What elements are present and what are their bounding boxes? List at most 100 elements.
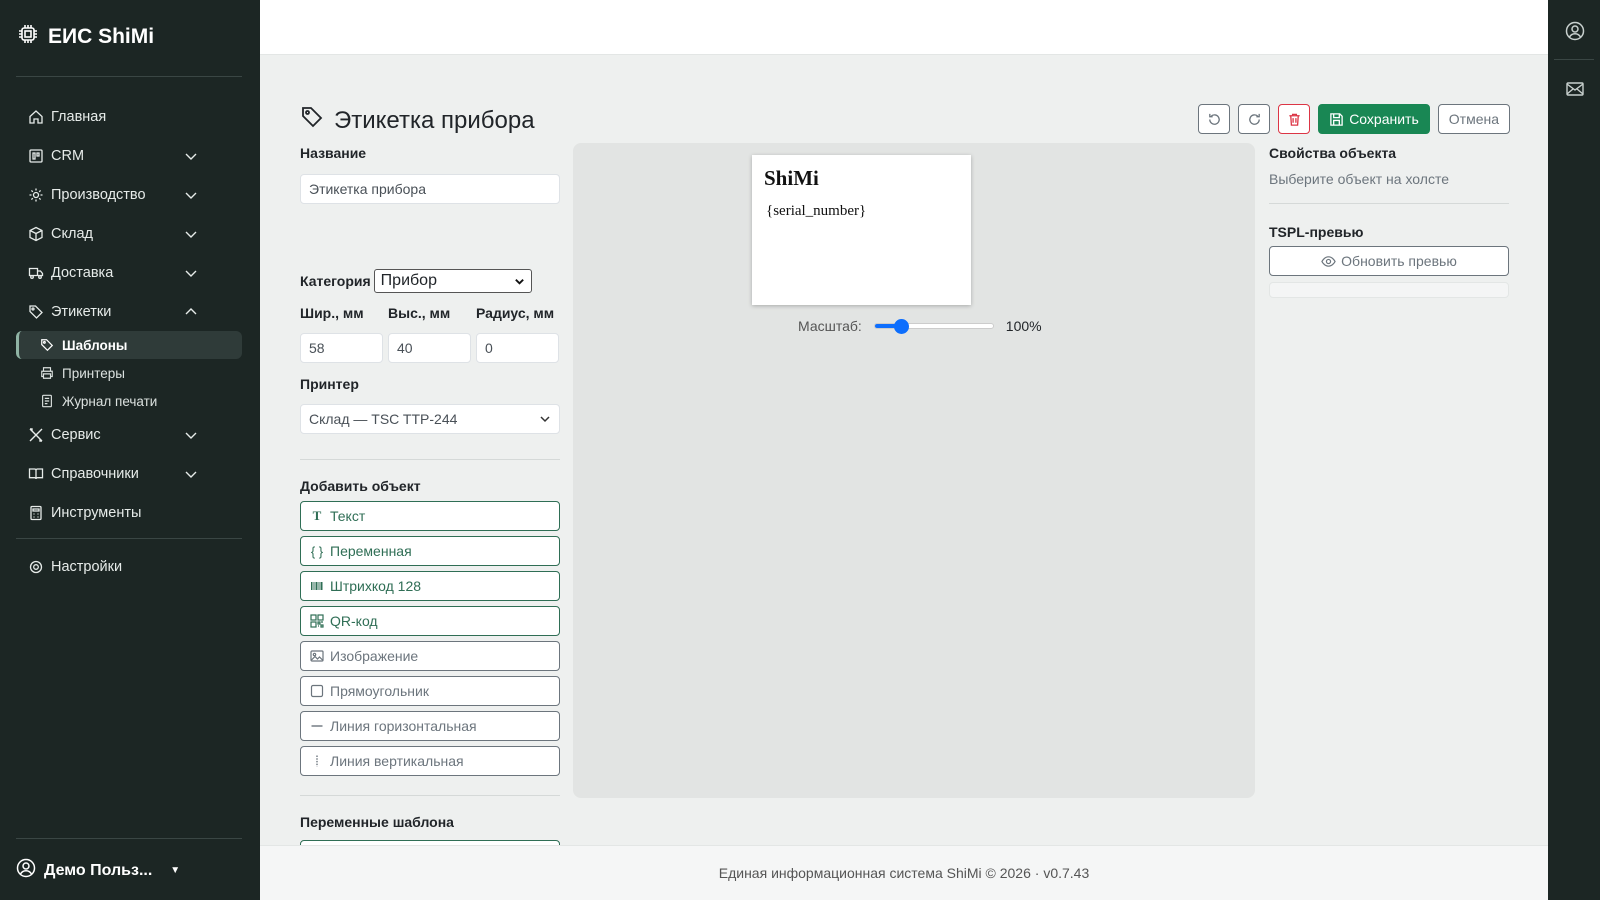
height-input[interactable]: 40 [388,333,471,363]
brand[interactable]: ЕИС ShiMi [16,22,154,52]
printer-label: Принтер [300,376,359,392]
add-image-label: Изображение [330,648,419,664]
book-icon [28,466,44,482]
eye-icon [1321,255,1336,267]
sidebar-item-label: Справочники [51,465,139,482]
add-variable-button[interactable]: { } Переменная [300,536,560,566]
radius-input[interactable]: 0 [476,333,559,363]
add-hline-button[interactable]: Линия горизонтальная [300,711,560,741]
height-value: 40 [397,340,413,356]
box-icon [28,226,44,242]
zoom-value: 100% [1005,318,1042,334]
name-label: Название [300,145,367,161]
sidebar-item-references[interactable]: Справочники [16,454,242,493]
sidebar-item-crm[interactable]: CRM [16,136,242,175]
undo-button[interactable] [1198,104,1231,134]
caret-down-icon: ▼ [170,865,181,876]
add-vline-button[interactable]: Линия вертикальная [300,746,560,776]
add-qr-label: QR-код [330,613,378,629]
sidebar-subitem-templates[interactable]: Шаблоны [16,331,242,359]
sidebar-item-home[interactable]: Главная [16,97,242,136]
add-qr-button[interactable]: QR-код [300,606,560,636]
user-menu[interactable]: Демо Польз... ▼ [16,858,180,883]
journal-icon [40,394,54,408]
gear-icon [28,187,44,203]
sidebar-item-service[interactable]: Сервис [16,415,242,454]
redo-button[interactable] [1238,104,1271,134]
chip-icon [16,22,40,52]
crm-icon [28,148,44,164]
add-rectangle-button[interactable]: Прямоугольник [300,676,560,706]
profile-icon[interactable] [1565,21,1585,41]
refresh-preview-button[interactable]: Обновить превью [1269,246,1509,276]
dimensions-row: Шир., мм 58 Выс., мм 40 Радиус, мм 0 [300,305,559,363]
tspl-title: TSPL-превью [1269,224,1364,240]
sidebar-divider [16,838,242,839]
add-image-button[interactable]: Изображение [300,641,560,671]
add-variable-label: Переменная [330,543,412,559]
settings-icon [28,559,44,575]
radius-group: Радиус, мм 0 [476,305,559,363]
sidebar-item-production[interactable]: Производство [16,175,242,214]
chevron-down-icon [185,471,197,478]
sidebar-subitem-label: Журнал печати [62,393,158,409]
sidebar-item-label: Производство [51,186,146,203]
label-title-text[interactable]: ShiMi [764,166,819,191]
zoom-control: Масштаб: 100% [798,318,1042,334]
redo-icon [1248,113,1260,125]
properties-panel: Свойства объекта Выберите объект на холс… [1269,143,1509,298]
tag-icon [300,105,324,136]
tags-icon [40,338,54,352]
printer-select[interactable]: Склад — TSC TTP-244 [300,404,560,434]
tags-icon [28,304,44,320]
sidebar-item-delivery[interactable]: Доставка [16,253,242,292]
height-group: Выс., мм 40 [388,305,471,363]
cancel-label: Отмена [1448,111,1499,127]
zoom-label: Масштаб: [798,318,862,334]
footer: Единая информационная система ShiMi © 20… [260,845,1548,900]
category-label: Категория [300,273,371,289]
rail-divider [1554,59,1594,60]
cancel-button[interactable]: Отмена [1437,104,1510,134]
sidebar-item-settings[interactable]: Настройки [16,547,242,586]
label-variable-text[interactable]: {serial_number} [766,203,866,220]
tools-icon [28,427,44,443]
mail-icon[interactable] [1565,79,1585,99]
floppy-icon [1330,112,1343,126]
add-barcode-button[interactable]: Штрихкод 128 [300,571,560,601]
sidebar-item-label: Настройки [51,558,123,575]
width-input[interactable]: 58 [300,333,383,363]
sidebar-item-warehouse[interactable]: Склад [16,214,242,253]
height-label: Выс., мм [388,305,451,321]
sidebar-item-label: Главная [51,108,107,125]
sidebar-subitem-printers[interactable]: Принтеры [16,359,242,387]
qr-icon [310,614,324,628]
page-title: Этикетка прибора [300,105,535,136]
chevron-down-icon [185,153,197,160]
sidebar-item-tools[interactable]: Инструменты [16,493,242,532]
tspl-preview-output [1269,282,1509,298]
category-select[interactable]: Прибор [373,269,532,293]
sidebar-subitem-print-log[interactable]: Журнал печати [16,387,242,415]
sidebar-item-label: Инструменты [51,504,142,521]
sidebar-subitem-label: Принтеры [62,365,125,381]
properties-title: Свойства объекта [1269,145,1397,161]
user-avatar-icon [16,858,36,883]
zoom-slider[interactable] [873,319,994,334]
add-rectangle-label: Прямоугольник [330,683,429,699]
sidebar-item-labels[interactable]: Этикетки [16,292,242,331]
save-button[interactable]: Сохранить [1318,104,1430,134]
hline-icon [310,719,324,733]
refresh-preview-label: Обновить превью [1341,253,1457,269]
sidebar-subitem-label: Шаблоны [62,337,128,353]
save-label: Сохранить [1349,111,1419,127]
form-divider [300,459,560,460]
label-preview[interactable]: ShiMi {serial_number} [752,155,971,305]
radius-label: Радиус, мм [476,305,555,321]
footer-text: Единая информационная система ShiMi © 20… [718,865,1090,881]
name-input[interactable]: Этикетка прибора [300,174,560,204]
zoom-slider-handle[interactable] [893,319,909,334]
add-text-button[interactable]: T Текст [300,501,560,531]
sidebar-divider [16,76,242,77]
delete-button[interactable] [1278,104,1311,134]
